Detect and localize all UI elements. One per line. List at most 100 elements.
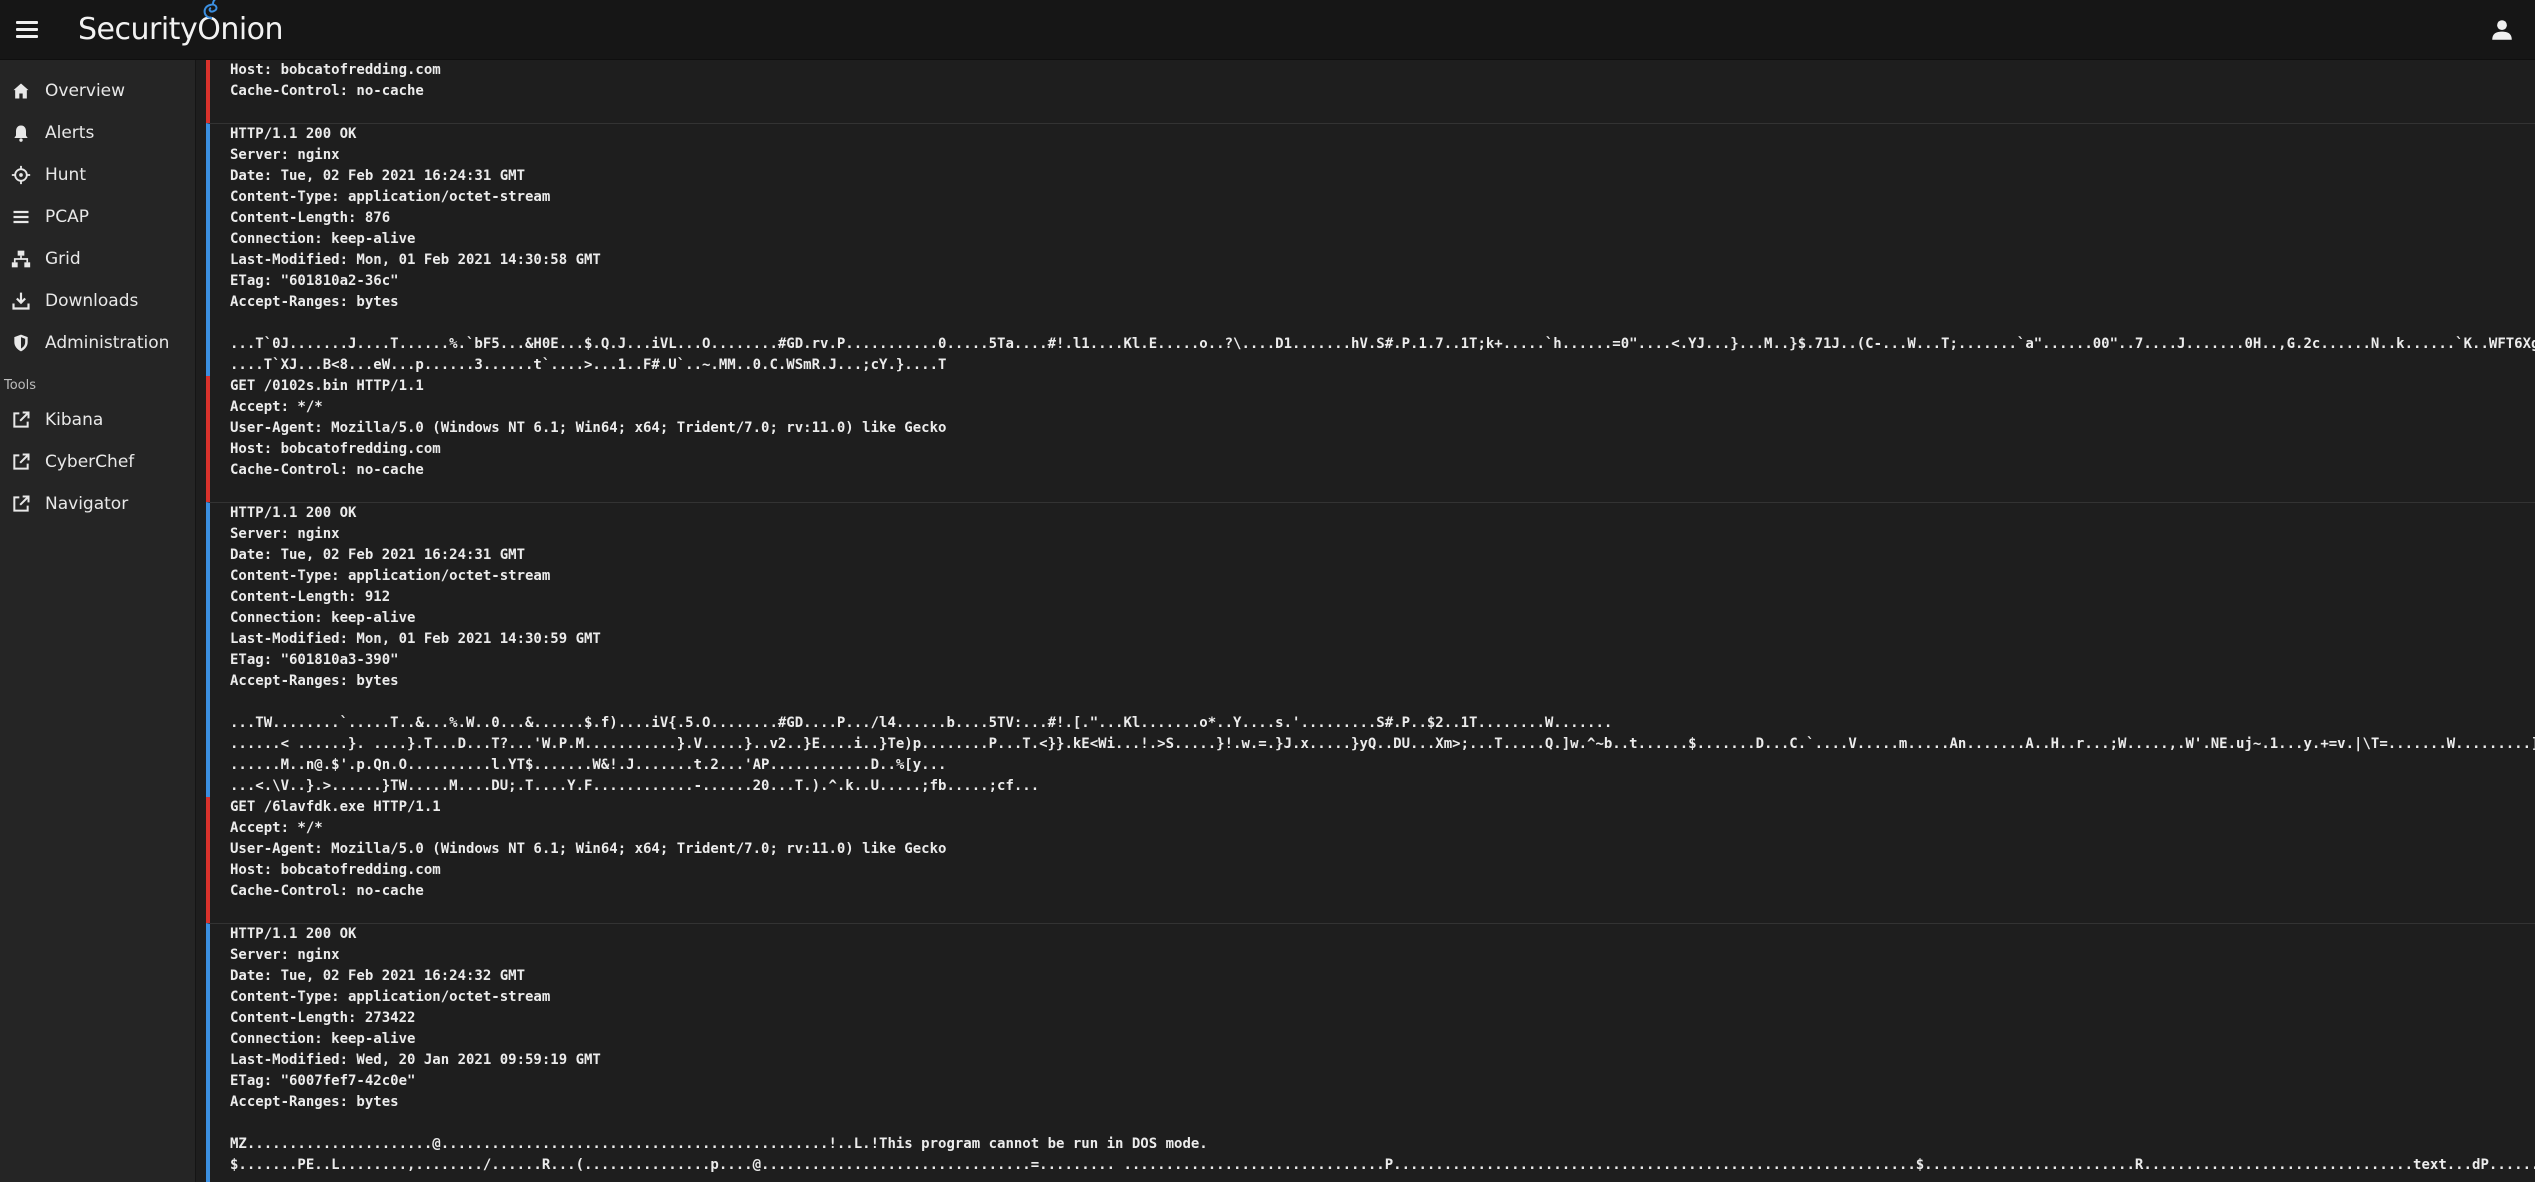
- transcript-line: GET /6lavfdk.exe HTTP/1.1: [230, 799, 441, 815]
- server-response-block: HTTP/1.1 200 OK Server: nginx Date: Tue, 0…: [206, 502, 2535, 797]
- transcript-line: Date: Tue, 02 Feb 2021 16:24:32 GMT: [230, 968, 526, 984]
- bell-icon: [14, 125, 28, 142]
- transcript-line: HTTP/1.1 200 OK: [230, 126, 357, 142]
- transcript-line: [230, 102, 2535, 123]
- transcript-line: Accept-Ranges: bytes: [230, 1094, 399, 1110]
- transcript-line: MZ......................@...............…: [230, 1136, 1208, 1152]
- transcript-line: Server: nginx: [230, 947, 340, 963]
- user-account-icon[interactable]: [2489, 17, 2515, 43]
- sidebar-item-label: Hunt: [45, 165, 86, 185]
- transcript-line: Accept: */*: [230, 820, 323, 836]
- transcript-line: ........................................…: [230, 1176, 2535, 1182]
- transcript-line: Server: nginx: [230, 526, 340, 542]
- transcript-line: ETag: "6007fef7-42c0e": [230, 1073, 416, 1089]
- transcript-line: User-Agent: Mozilla/5.0 (Windows NT 6.1;…: [230, 841, 947, 857]
- transcript-line: Server: nginx: [230, 147, 340, 163]
- transcript-line: Last-Modified: Wed, 20 Jan 2021 09:59:19…: [230, 1052, 601, 1068]
- transcript-line: Host: bobcatofredding.com: [230, 441, 441, 457]
- client-request-block: GET /6lavfdk.exe HTTP/1.1 Accept: */* User…: [206, 797, 2535, 923]
- sidebar-item-cyberchef[interactable]: CyberChef: [0, 441, 195, 483]
- transcript-line: Accept-Ranges: bytes: [230, 673, 399, 689]
- sidebar-item-kibana[interactable]: Kibana: [0, 399, 195, 441]
- transcript-line: Content-Length: 876: [230, 210, 391, 226]
- menu-toggle-button[interactable]: [16, 19, 38, 41]
- sidebar-item-downloads[interactable]: Downloads: [0, 280, 195, 322]
- sidebar-item-hunt[interactable]: Hunt: [0, 154, 195, 196]
- transcript-line: Cache-Control: no-cache: [230, 462, 424, 478]
- logo-text-prefix: Security: [78, 12, 198, 47]
- sidebar-item-grid[interactable]: Grid: [0, 238, 195, 280]
- transcript-line: Date: Tue, 02 Feb 2021 16:24:31 GMT: [230, 547, 526, 563]
- transcript-line: Accept-Ranges: bytes: [230, 294, 399, 310]
- transcript-line: ...TW........`.....T..&...%.W..0...&....…: [230, 715, 1613, 731]
- sidebar-nav: Overview Alerts Hunt PCAP Grid Downloads…: [0, 60, 196, 1182]
- sidebar-item-label: Alerts: [45, 123, 95, 143]
- transcript-line: Accept: */*: [230, 399, 323, 415]
- transcript-line: ...T`0J.......J....T......%.`bF5...&H0E.…: [230, 336, 2535, 352]
- transcript-line: ......< ......}. ....}.T...D...T?...'W.P…: [230, 736, 2535, 752]
- sidebar-item-alerts[interactable]: Alerts: [0, 112, 195, 154]
- sidebar-item-administration[interactable]: Administration: [0, 322, 195, 364]
- transcript-line: Host: bobcatofredding.com: [230, 862, 441, 878]
- transcript-line: [230, 313, 2535, 334]
- crosshair-icon: [11, 165, 31, 185]
- sidebar-item-label: Navigator: [45, 494, 129, 514]
- home-icon: [13, 83, 29, 99]
- bars-icon: [13, 210, 29, 224]
- sidebar-item-label: Administration: [45, 333, 170, 353]
- transcript-line: Connection: keep-alive: [230, 610, 416, 626]
- transcript-line: Date: Tue, 02 Feb 2021 16:24:31 GMT: [230, 168, 526, 184]
- security-onion-logo[interactable]: Security Onion: [78, 0, 284, 47]
- external-link-icon: [13, 495, 30, 512]
- transcript-line: Connection: keep-alive: [230, 231, 416, 247]
- transcript-line: $.......PE..L........,......../......R..…: [230, 1157, 2535, 1173]
- tools-section-header: Tools: [4, 378, 37, 393]
- menu-bar-icon: [16, 20, 38, 24]
- transcript-line: GET /0102s.bin HTTP/1.1: [230, 378, 424, 394]
- menu-bar-icon: [16, 35, 38, 39]
- external-link-icon: [13, 453, 30, 470]
- shield-icon: [14, 334, 28, 352]
- transcript-line: User-Agent: Mozilla/5.0 (Windows NT 6.1;…: [230, 420, 947, 436]
- transcript-line: Cache-Control: no-cache: [230, 83, 424, 99]
- transcript-line: Content-Type: application/octet-stream: [230, 989, 551, 1005]
- transcript-line: ......M..n@.$'.p.Qn.O..........l.YT$....…: [230, 757, 947, 773]
- sidebar-item-label: Overview: [45, 81, 126, 101]
- tcp-stream-transcript: Host: bobcatofredding.com Cache-Control: …: [206, 60, 2535, 1182]
- client-request-block: GET /0102s.bin HTTP/1.1 Accept: */* User-A…: [206, 376, 2535, 502]
- download-icon: [12, 292, 30, 310]
- sidebar-item-label: Kibana: [45, 410, 104, 430]
- logo-text-suffix-wrap: Onion: [197, 0, 284, 47]
- transcript-line: HTTP/1.1 200 OK: [230, 505, 357, 521]
- transcript-line: Connection: keep-alive: [230, 1031, 416, 1047]
- sidebar-item-navigator[interactable]: Navigator: [0, 483, 195, 525]
- transcript-line: [230, 902, 2535, 923]
- sidebar-item-label: Grid: [45, 249, 81, 269]
- transcript-line: Content-Length: 273422: [230, 1010, 416, 1026]
- onion-swirl-icon: [203, 0, 218, 19]
- server-response-block: HTTP/1.1 200 OK Server: nginx Date: Tue, 0…: [206, 123, 2535, 376]
- transcript-line: Content-Type: application/octet-stream: [230, 568, 551, 584]
- transcript-line: HTTP/1.1 200 OK: [230, 926, 357, 942]
- sidebar-item-label: CyberChef: [45, 452, 135, 472]
- transcript-line: [230, 481, 2535, 502]
- external-link-icon: [13, 411, 30, 428]
- sidebar-item-label: Downloads: [45, 291, 139, 311]
- sidebar-item-label: PCAP: [45, 207, 90, 227]
- menu-bar-icon: [16, 27, 38, 31]
- server-response-block: HTTP/1.1 200 OK Server: nginx Date: Tue, 0…: [206, 923, 2535, 1182]
- transcript-line: [230, 1113, 2535, 1134]
- pcap-transcript-view: Host: bobcatofredding.com Cache-Control: …: [196, 60, 2535, 1182]
- sidebar-item-pcap[interactable]: PCAP: [0, 196, 195, 238]
- transcript-line: ETag: "601810a2-36c": [230, 273, 399, 289]
- client-request-block: Host: bobcatofredding.com Cache-Control: …: [206, 60, 2535, 123]
- transcript-line: Cache-Control: no-cache: [230, 883, 424, 899]
- transcript-line: Last-Modified: Mon, 01 Feb 2021 14:30:59…: [230, 631, 601, 647]
- transcript-line: ETag: "601810a3-390": [230, 652, 399, 668]
- transcript-line: Content-Type: application/octet-stream: [230, 189, 551, 205]
- sidebar-item-overview[interactable]: Overview: [0, 70, 195, 112]
- network-icon: [11, 250, 31, 268]
- transcript-line: [230, 692, 2535, 713]
- transcript-line: Last-Modified: Mon, 01 Feb 2021 14:30:58…: [230, 252, 601, 268]
- transcript-line: Content-Length: 912: [230, 589, 391, 605]
